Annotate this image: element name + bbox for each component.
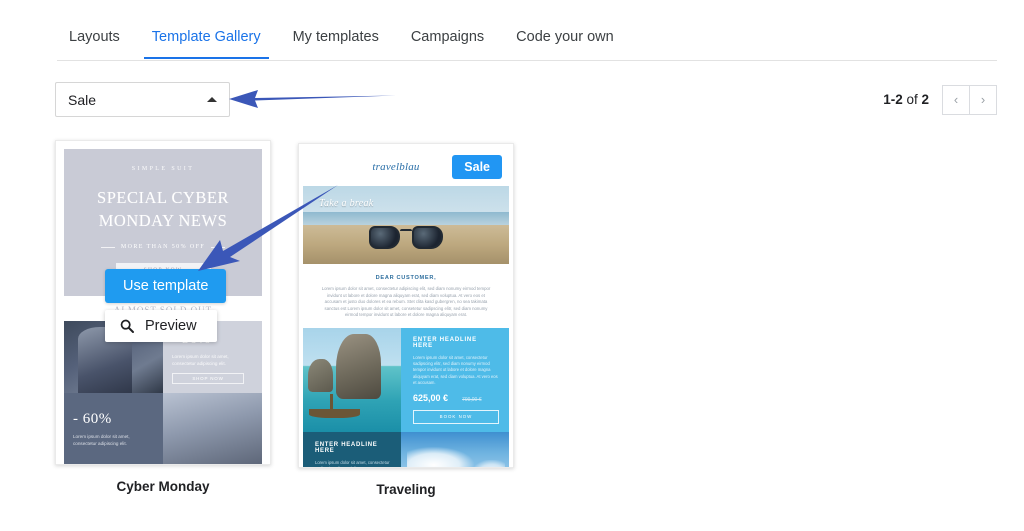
preview-sale-badge: Sale (452, 155, 502, 179)
template-card-title: Traveling (376, 482, 436, 497)
tab-my-templates[interactable]: My templates (277, 28, 395, 58)
preview-bottom-body: Lorem ipsum dolor sit amet, consectetur … (315, 459, 390, 467)
gallery-toolbar: Sale 1-2 of 2 ‹ › (55, 82, 997, 118)
lens-bridge (400, 229, 412, 233)
chevron-up-icon (207, 97, 217, 102)
preview-offer-2: - 60% Lorem ipsum dolor sit amet, consec… (64, 393, 163, 464)
pagination-prev-button[interactable]: ‹ (942, 84, 970, 115)
preview-greeting: DEAR CUSTOMER, (375, 275, 437, 281)
preview-discount-2: - 60% (73, 411, 112, 427)
preview-book-button: BOOK NOW (413, 409, 499, 424)
preview-offer-1-body: Lorem ipsum dolor sit amet, consectetur … (172, 353, 229, 366)
tab-layouts[interactable]: Layouts (57, 28, 136, 58)
preview-offer-1-button: SHOP NOW (172, 372, 244, 384)
preview-photo-suit-2 (163, 393, 262, 464)
preview-hero-text: Take a break (319, 198, 374, 209)
preview-logo: travelblau (372, 161, 420, 173)
island-rock (336, 334, 382, 399)
template-card-thumbnail[interactable]: travelblau Sale Take a break DEAR CUSTOM… (298, 143, 514, 468)
lens-right (412, 226, 443, 249)
template-tab-bar: Layouts Template Gallery My templates Ca… (57, 28, 997, 61)
chevron-left-icon: ‹ (953, 92, 959, 107)
preview-headline: SPECIAL CYBER MONDAY NEWS (97, 188, 229, 230)
preview-subhead: MORE THAN 50% OFF (101, 244, 225, 250)
preview-offer-2-body: Lorem ipsum dolor sit amet, consectetur … (73, 434, 130, 446)
use-template-button[interactable]: Use template (105, 269, 227, 303)
sunglasses-icon (369, 226, 443, 252)
preview-hero-image: Take a break (303, 186, 509, 264)
longtail-boat (308, 393, 360, 419)
preview-price: 625,00 € (413, 392, 449, 403)
island-rock-secondary (307, 359, 334, 393)
preview-old-price: 799,00 € (462, 396, 482, 403)
search-icon (120, 319, 134, 333)
preview-price-row: 625,00 € 799,00 € (413, 393, 499, 403)
lens-left (369, 226, 400, 249)
preview-button-label: Preview (145, 318, 197, 334)
pagination-total: 2 (921, 92, 929, 107)
preview-promo-block: ENTER HEADLINE HERE Lorem ipsum dolor si… (303, 327, 509, 432)
preview-header: travelblau Sale (303, 148, 509, 186)
pagination-next-button[interactable]: › (969, 84, 997, 115)
preview-product-grid: - 50% Lorem ipsum dolor sit amet, consec… (64, 321, 262, 464)
preview-bottom-headline: ENTER HEADLINE HERE (315, 441, 378, 454)
chevron-right-icon: › (980, 92, 986, 107)
preview-body-text: Lorem ipsum dolor sit amet, consectetur … (321, 286, 491, 318)
traveling-preview: travelblau Sale Take a break DEAR CUSTOM… (303, 148, 509, 467)
preview-promo-body: Lorem ipsum dolor sit amet, consectetur … (413, 354, 498, 385)
pagination-count: 1-2 of 2 (883, 92, 929, 107)
template-card-title: Cyber Monday (116, 479, 210, 494)
preview-button[interactable]: Preview (105, 310, 217, 342)
pagination-of: of (902, 92, 922, 107)
preview-photo-island (303, 327, 401, 432)
preview-photo-sky (401, 431, 509, 467)
preview-bottom-panel: ENTER HEADLINE HERE Lorem ipsum dolor si… (303, 431, 401, 467)
preview-promo-panel: ENTER HEADLINE HERE Lorem ipsum dolor si… (401, 327, 509, 432)
pagination: 1-2 of 2 ‹ › (883, 82, 997, 117)
template-card-traveling[interactable]: travelblau Sale Take a break DEAR CUSTOM… (298, 143, 514, 497)
tab-campaigns[interactable]: Campaigns (395, 28, 500, 58)
tab-code-your-own[interactable]: Code your own (500, 28, 630, 58)
preview-promo-headline: ENTER HEADLINE HERE (413, 336, 477, 349)
filter-select-value: Sale (68, 91, 97, 108)
pagination-range: 1-2 (883, 92, 903, 107)
filter-select[interactable]: Sale (55, 82, 230, 117)
preview-bottom-block: ENTER HEADLINE HERE Lorem ipsum dolor si… (303, 431, 509, 467)
preview-brand: SIMPLE SUIT (131, 166, 195, 172)
tab-template-gallery[interactable]: Template Gallery (136, 28, 277, 59)
sea-band (303, 212, 509, 225)
